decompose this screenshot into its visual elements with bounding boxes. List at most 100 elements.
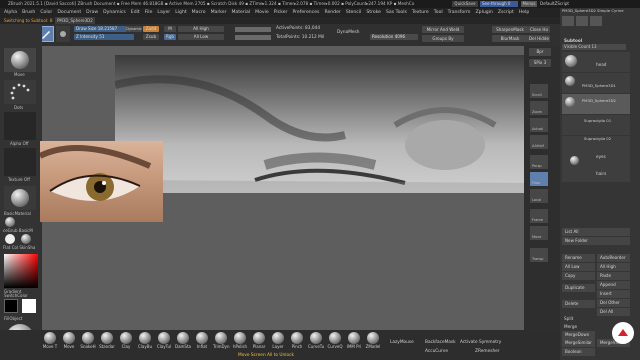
merge-down-button[interactable]: MergeDown [562,331,595,339]
merge-section[interactable]: Merge [564,324,577,329]
del-other-button[interactable]: Del Other [597,299,630,307]
switch-color-label[interactable]: SwitchColor [4,293,28,298]
tool-thumb[interactable] [576,16,588,26]
insert-button[interactable]: Insert [597,290,630,298]
resolution-slider[interactable]: Resolution 4096 [370,34,418,40]
zoom-button[interactable]: Zoom [530,101,548,115]
frame-button[interactable]: Frame [530,209,548,223]
local-button[interactable]: Local [530,189,548,203]
close-holes-button[interactable]: Close Ho [528,26,550,33]
menu-item[interactable]: Transform [448,10,471,15]
draw-button[interactable] [56,26,70,42]
subtool-item[interactable]: hairs [562,168,630,182]
brush-slot[interactable]: ZModel [365,332,381,349]
rgb-button[interactable]: Rgb [164,34,176,40]
all-high-button[interactable]: All High [178,26,224,32]
boolean-button[interactable]: Boolean [562,348,595,356]
rename-button[interactable]: Rename [562,254,595,262]
scroll-button[interactable]: Scroll [530,84,548,98]
dynamesh-label[interactable]: DynaMesh [337,30,360,35]
menu-item[interactable]: Brush [22,10,35,15]
brush-slot[interactable]: Standar [99,332,115,349]
subtool-item[interactable]: head [562,52,630,72]
aahalf-button[interactable]: AAHalf [530,135,548,149]
menu-item[interactable]: Zplugin [476,10,493,15]
brush-slot[interactable]: Pinch [289,332,305,349]
brush-slot[interactable]: Inflat [194,332,210,349]
visible-count-slider[interactable]: Visible Count 13 [562,44,626,50]
menu-item[interactable]: Document [57,10,81,15]
menu-item[interactable]: Sas Tools [386,10,407,15]
delete-button[interactable]: Delete [562,300,595,308]
menu-item[interactable]: Material [231,10,250,15]
menu-item[interactable]: Alpha [4,10,17,15]
copy-button[interactable]: Copy [562,272,595,280]
subtool-item[interactable]: Supraciglio 02 [562,136,630,156]
subtool-item[interactable]: Supraciglio 01 [562,115,630,135]
sculpt-model-view[interactable] [115,55,525,193]
brush-slot[interactable]: Move T [42,332,58,349]
list-all-button[interactable]: List All [562,228,630,236]
menu-item[interactable]: Picker [274,10,288,15]
backface-mask-button[interactable]: BackfaceMask [425,340,456,345]
zsub-button[interactable]: Zsub [143,34,159,40]
groups-by-button[interactable]: Groups By [422,35,464,42]
append-button[interactable]: Append [597,281,630,289]
menu-item[interactable]: Tool [434,10,443,15]
actual-button[interactable]: Actual [530,118,548,132]
brush-slot[interactable]: TrimDyn [213,332,230,349]
menus-button[interactable]: Menus [521,1,537,7]
quicksave-button[interactable]: QuickSave [452,1,478,7]
primary-color-swatch[interactable] [22,299,36,313]
material-sphere-small-icon[interactable] [5,217,15,227]
menu-item[interactable]: Light [175,10,186,15]
menu-item[interactable]: Draw [86,10,98,15]
subtool-item[interactable]: PM3D_Sphere3D1 [562,73,630,93]
blur-mask-button[interactable]: BlurMask [492,35,528,42]
sharpen-mask-button[interactable]: SharpenMask [492,26,528,33]
brush-slot[interactable]: ClayBu [137,332,153,349]
see-through-slider[interactable]: See-through 0 [480,1,518,7]
mirror-and-weld-button[interactable]: Mirror And Weld [422,26,464,33]
menu-item[interactable]: Color [40,10,52,15]
brush-picker[interactable] [4,48,36,72]
tool-thumb[interactable] [562,16,574,26]
brush-slot[interactable]: Layer [270,332,286,349]
menu-item[interactable]: Stroke [366,10,381,15]
texture-picker[interactable] [4,148,36,176]
menu-item[interactable]: Macro [192,10,206,15]
zremesher-button[interactable]: ZRemesher [475,349,500,354]
subtool-title[interactable]: Subtool [564,38,582,43]
alpha-picker[interactable] [4,112,36,140]
color-picker[interactable] [4,254,38,288]
all-high-subtool-button[interactable]: All High [597,263,630,271]
lazy-mouse-button[interactable]: LazyMouse [390,340,414,345]
split-section[interactable]: Split [564,316,573,321]
menu-item[interactable]: Dynamics [103,10,126,15]
menu-item[interactable]: File [145,10,153,15]
menu-item[interactable]: Edit [131,10,140,15]
subtool-item[interactable]: eyes [562,154,630,168]
tool-thumb[interactable] [590,16,602,26]
brush-slot[interactable]: hPolish [232,332,248,349]
menu-item[interactable]: Texture [412,10,429,15]
del-all-button[interactable]: Del All [597,308,630,316]
del-hidden-button[interactable]: Del Hidde [528,35,550,42]
default-zscript-button[interactable]: DefaultZScript [540,1,569,7]
duplicate-button[interactable]: Duplicate [562,284,595,292]
brush-slot[interactable]: Planar [251,332,267,349]
paste-button[interactable]: Paste [597,272,630,280]
brush-slot[interactable]: Clay [118,332,134,349]
secondary-color-swatch[interactable] [4,299,18,313]
floor-button[interactable]: Floor [530,172,548,186]
z-intensity-slider[interactable]: Z Intensity 51 [74,34,134,40]
flat-color-sphere-icon[interactable] [5,234,15,244]
material-picker[interactable] [4,186,36,210]
transp-button[interactable]: Transp [530,248,548,262]
brush-slot[interactable]: IMM Pri [346,332,362,349]
brush-slot[interactable]: SnakeH [80,332,96,349]
subtool-item-selected[interactable]: PM3D_Sphere3D2 [562,94,630,114]
merge-similar-button[interactable]: MergeSimilar [562,339,595,347]
brush-slot[interactable]: Move [61,332,77,349]
persp-button[interactable]: Persp [530,155,548,169]
